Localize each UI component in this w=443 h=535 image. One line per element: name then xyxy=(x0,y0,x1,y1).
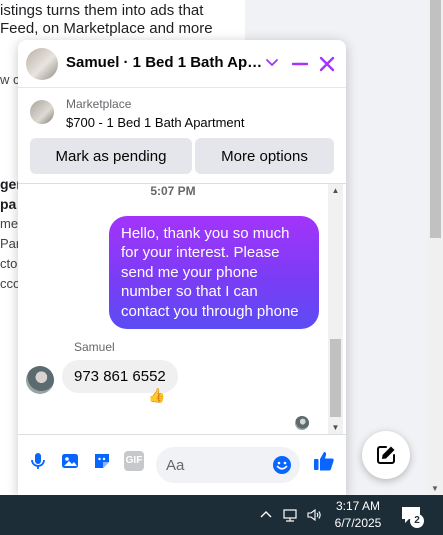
scroll-up-arrow-icon[interactable]: ▲ xyxy=(328,186,343,195)
bg-text-line: cto xyxy=(0,256,18,271)
bg-text-line: istings turns them into ads that xyxy=(0,2,204,19)
chevron-up-icon[interactable] xyxy=(258,507,274,523)
listing-source: Marketplace xyxy=(66,97,132,111)
sender-avatar[interactable] xyxy=(26,366,54,394)
mark-as-pending-button[interactable]: Mark as pending xyxy=(30,138,192,174)
emoji-icon[interactable] xyxy=(272,455,292,475)
clock-date[interactable]: 6/7/2025 xyxy=(330,516,386,530)
outgoing-message-bubble[interactable]: Hello, thank you so much for your intere… xyxy=(109,216,319,330)
close-icon[interactable] xyxy=(317,54,337,74)
clock-time[interactable]: 3:17 AM xyxy=(330,499,386,513)
chat-header: Samuel · 1 Bed 1 Bath Apar... xyxy=(18,40,346,88)
listing-title[interactable]: $700 - 1 Bed 1 Bath Apartment xyxy=(66,115,245,130)
listing-banner: Marketplace $700 - 1 Bed 1 Bath Apartmen… xyxy=(18,88,346,184)
new-message-button[interactable] xyxy=(362,431,410,479)
listing-avatar[interactable] xyxy=(26,48,58,80)
listing-thumbnail[interactable] xyxy=(30,100,54,124)
bg-text-line: pa xyxy=(0,196,17,212)
microphone-icon[interactable] xyxy=(28,451,48,471)
thumbs-up-icon[interactable] xyxy=(312,449,336,473)
bg-text-line: w c xyxy=(0,72,20,87)
message-input[interactable] xyxy=(166,447,266,483)
chat-title[interactable]: Samuel · 1 Bed 1 Bath Apar... xyxy=(66,54,266,71)
chevron-down-icon[interactable] xyxy=(264,54,280,70)
page-scrollbar-thumb[interactable] xyxy=(430,0,441,238)
chat-scrollbar-thumb[interactable] xyxy=(330,339,341,417)
thumbs-up-reaction-icon[interactable]: 👍 xyxy=(148,387,165,404)
photo-icon[interactable] xyxy=(60,451,80,471)
compose-icon xyxy=(377,446,395,464)
message-composer: GIF xyxy=(18,434,346,495)
chat-window: Samuel · 1 Bed 1 Bath Apar... Marketplac… xyxy=(18,40,346,495)
page-scrollbar[interactable]: ▼ xyxy=(428,0,443,495)
gif-icon[interactable]: GIF xyxy=(124,451,144,471)
system-taskbar: 3:17 AM 6/7/2025 2 xyxy=(0,495,443,535)
sticker-icon[interactable] xyxy=(92,451,112,471)
scroll-down-arrow-icon[interactable]: ▼ xyxy=(431,484,439,493)
message-input-wrapper xyxy=(156,447,300,483)
chat-scrollbar[interactable]: ▲ ▼ xyxy=(328,184,343,434)
network-icon[interactable] xyxy=(282,507,298,523)
seen-receipt-avatar xyxy=(295,416,309,430)
speaker-icon[interactable] xyxy=(306,507,322,523)
minimize-icon[interactable] xyxy=(290,54,310,74)
scroll-down-arrow-icon[interactable]: ▼ xyxy=(328,423,343,432)
message-timestamp: 5:07 PM xyxy=(150,184,196,198)
bg-text-line: Feed, on Marketplace and more xyxy=(0,20,213,37)
notification-count-badge: 2 xyxy=(410,514,424,528)
sender-name: Samuel xyxy=(74,340,115,354)
message-thread: 5:07 PM Hello, thank you so much for you… xyxy=(18,184,346,434)
more-options-button[interactable]: More options xyxy=(195,138,334,174)
